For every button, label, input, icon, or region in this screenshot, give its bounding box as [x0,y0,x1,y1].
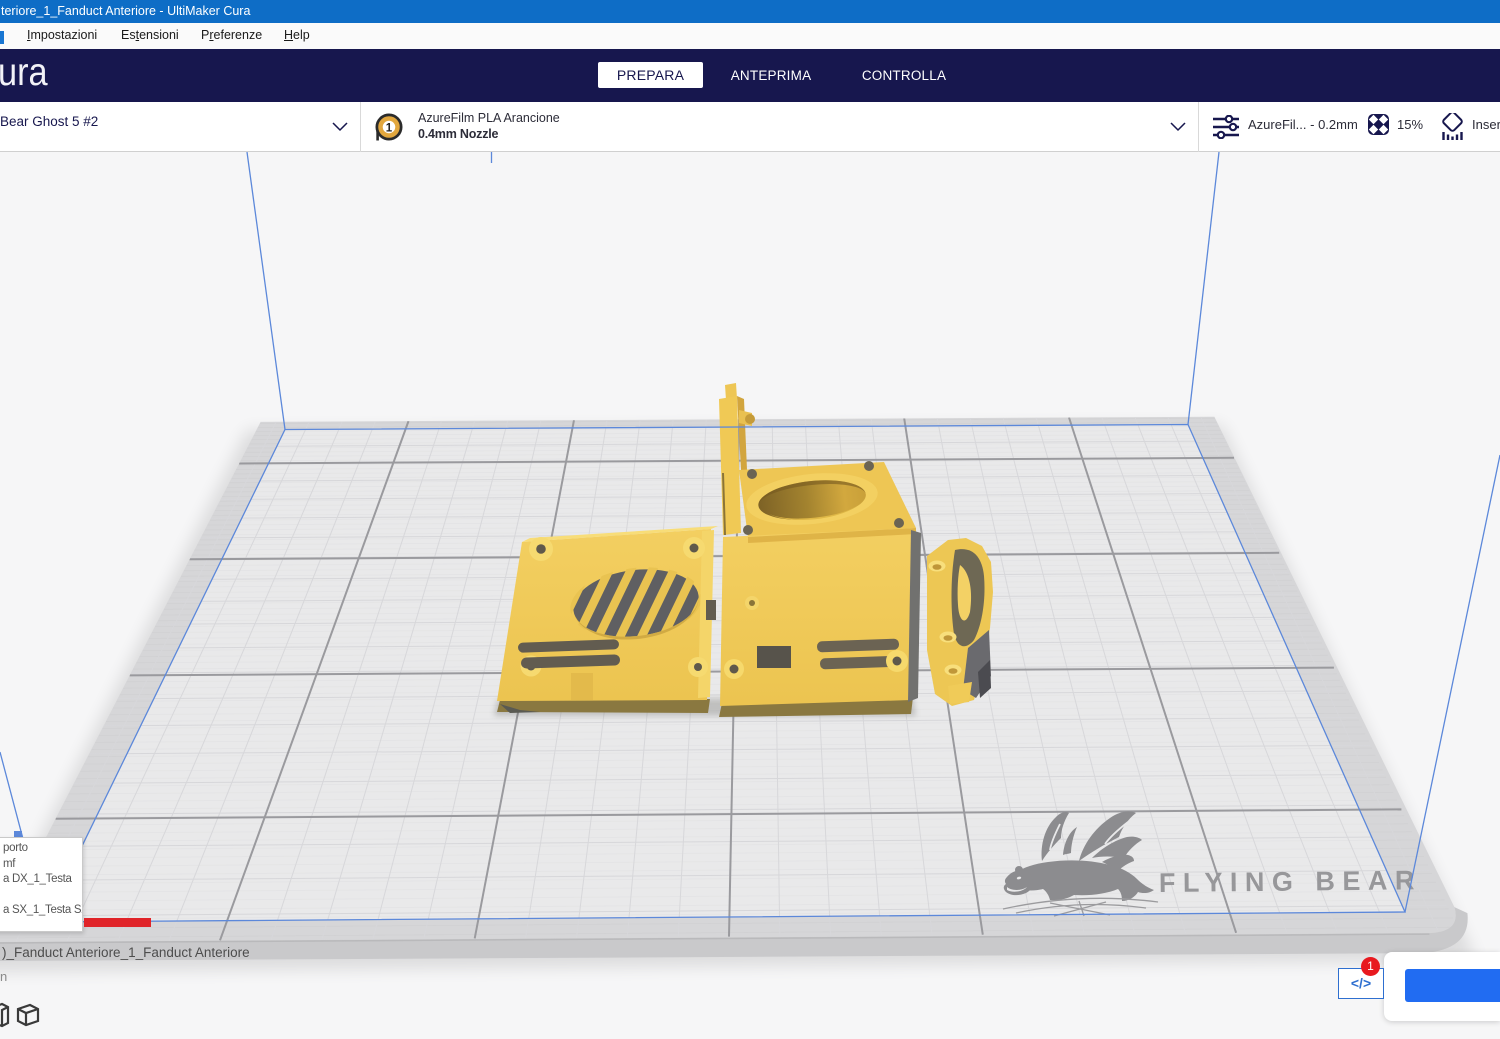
svg-text:1: 1 [386,123,393,135]
svg-text:FLYING BEAR: FLYING BEAR [1159,865,1422,898]
